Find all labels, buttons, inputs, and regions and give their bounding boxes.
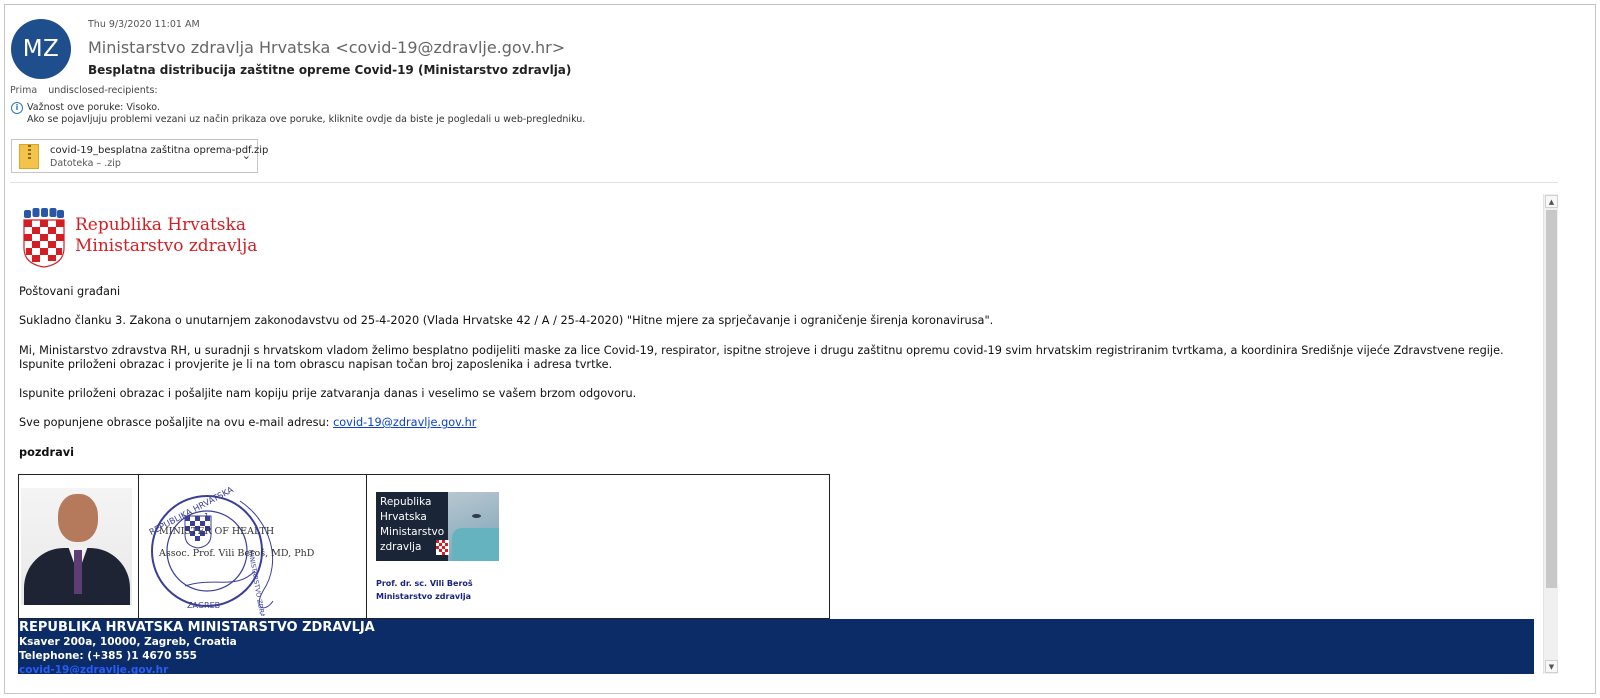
info-bar[interactable]: i Važnost ove poruke: Visoko. Ako se poj… [11, 102, 585, 126]
attachment-card[interactable]: covid-19_besplatna zaštitna oprema-pdf.z… [11, 139, 268, 173]
email-body: Republika Hrvatska Ministarstvo zdravlja… [10, 194, 1541, 674]
recipients-value[interactable]: undisclosed-recipients: [48, 85, 157, 96]
signature-footer: REPUBLIKA HRVATSKA MINISTARSTVO ZDRAVLJA… [18, 619, 1534, 674]
email-link[interactable]: covid-19@zdravlje.gov.hr [333, 416, 476, 429]
signature-org: Ministarstvo zdravlja [376, 592, 471, 601]
signature-name-block: Prof. dr. sc. Vili Beroš Ministarstvo zd… [376, 577, 473, 603]
greeting: Poštovani građani [19, 285, 121, 298]
info-icon: i [11, 102, 23, 114]
paragraph-2: Mi, Ministarstvo zdravstva RH, u suradnj… [19, 344, 1504, 371]
paragraph-3: Ispunite priloženi obrazac i pošaljite n… [19, 387, 637, 400]
logo-line-2: Ministarstvo zdravlja [75, 236, 258, 256]
minister-photo [21, 488, 132, 605]
recipients-row: Prima undisclosed-recipients: [10, 85, 158, 96]
croatia-coat-of-arms-icon [23, 208, 65, 268]
stamp-line-1: MINISTER OF HEALTH [159, 526, 275, 537]
attachment-name: covid-19_besplatna zaštitna oprema-pdf.z… [50, 145, 269, 156]
logo-line-1: Republika Hrvatska [75, 215, 246, 235]
signature-stamp-cell: REPUBLIKA HRVATSKA 1 ZAGREB MINISTARSTVO… [139, 475, 367, 618]
signature-name: Prof. dr. sc. Vili Beroš [376, 579, 473, 588]
scroll-down-icon[interactable]: ▼ [1545, 660, 1558, 673]
to-label: Prima [10, 85, 38, 96]
paragraph-4: Sve popunjene obrasce pošaljite na ovu e… [19, 416, 1529, 430]
attachment-type: Datoteka – .zip [50, 158, 121, 169]
email-sender[interactable]: Ministarstvo zdravlja Hrvatska <covid-19… [88, 38, 565, 57]
header-divider [10, 182, 1558, 183]
footer-address: Ksaver 200a, 10000, Zagreb, Croatia [19, 636, 237, 648]
banner-text: Republika Hrvatska Ministarstvo zdravlja [380, 496, 445, 553]
vertical-scrollbar[interactable]: ▲ ▼ [1543, 194, 1558, 674]
paragraph-1: Sukladno članku 3. Zakona o unutarnjem z… [19, 314, 994, 327]
signature-photo-cell [19, 475, 139, 618]
banner-shield-icon [436, 540, 449, 555]
sender-avatar[interactable]: MZ [11, 19, 71, 79]
stamp-text: MINISTER OF HEALTH Assoc. Prof. Vili Ber… [159, 521, 314, 565]
paragraph-4-text: Sve popunjene obrasce pošaljite na ovu e… [19, 416, 334, 429]
signature-table: REPUBLIKA HRVATSKA 1 ZAGREB MINISTARSTVO… [18, 474, 830, 619]
footer-email-link[interactable]: covid-19@zdravlje.gov.hr [19, 664, 168, 674]
masked-face-image [448, 492, 499, 561]
email-date: Thu 9/3/2020 11:01 AM [88, 19, 200, 30]
footer-org: REPUBLIKA HRVATSKA MINISTARSTVO ZDRAVLJA [19, 620, 375, 635]
scroll-thumb[interactable] [1546, 210, 1557, 588]
scroll-up-icon[interactable]: ▲ [1545, 195, 1558, 208]
importance-text: Važnost ove poruke: Visoko. [27, 102, 160, 113]
stamp-bottom-text: ZAGREB [187, 601, 220, 610]
chevron-down-icon[interactable]: ⌄ [242, 149, 251, 162]
zip-file-icon [19, 144, 39, 169]
ministry-logo-text: Republika Hrvatska Ministarstvo zdravlja [75, 215, 257, 257]
email-subject: Besplatna distribucija zaštitne opreme C… [88, 63, 572, 77]
closing: pozdravi [19, 446, 74, 459]
footer-phone: Telephone: (+385 )1 4670 555 [19, 650, 197, 662]
ministry-banner: Republika Hrvatska Ministarstvo zdravlja [376, 492, 499, 561]
display-issue-text[interactable]: Ako se pojavljuju problemi vezani uz nač… [27, 114, 585, 126]
stamp-line-2: Assoc. Prof. Vili Beroš, MD, PhD [159, 548, 315, 559]
